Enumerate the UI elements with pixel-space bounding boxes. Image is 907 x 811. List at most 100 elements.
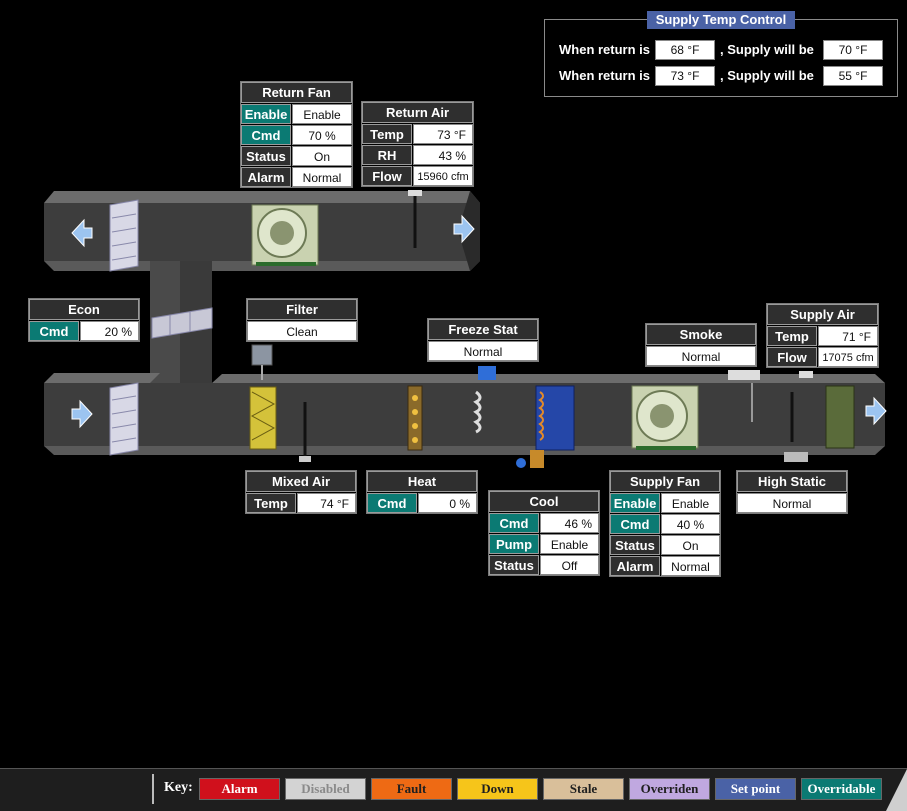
supply-fan-panel: Supply Fan Enable Enable Cmd 40 % Status On… bbox=[609, 470, 721, 577]
high-static-panel: High Static Normal bbox=[736, 470, 848, 514]
supply-fan-cmd-label: Cmd bbox=[610, 514, 660, 534]
key-overriden: Overriden bbox=[629, 778, 710, 800]
smoke-detector-icon bbox=[728, 370, 760, 380]
stc-row1-supply-setpoint[interactable]: 70 °F bbox=[823, 40, 883, 60]
return-fan-alarm-value: Normal bbox=[292, 167, 352, 187]
mixed-air-sensor-base bbox=[299, 456, 311, 462]
return-fan-cmd-label: Cmd bbox=[241, 125, 291, 145]
return-fan-title: Return Fan bbox=[241, 82, 352, 103]
return-air-rh-label: RH bbox=[362, 145, 412, 165]
key-set-point: Set point bbox=[715, 778, 796, 800]
return-fan-cmd-value[interactable]: 70 % bbox=[292, 125, 352, 145]
supply-fan-status-label: Status bbox=[610, 535, 660, 555]
mixed-air-temp-value: 74 °F bbox=[297, 493, 356, 513]
filter-icon bbox=[249, 386, 277, 450]
supply-air-temp-label: Temp bbox=[767, 326, 817, 346]
cool-cmd-value[interactable]: 46 % bbox=[540, 513, 599, 533]
key-bar-corner bbox=[886, 769, 907, 811]
stc-row2-supply-setpoint[interactable]: 55 °F bbox=[823, 66, 883, 86]
mixed-air-temp-label: Temp bbox=[246, 493, 296, 513]
return-air-panel: Return Air Temp 73 °F RH 43 % Flow 15960 cf… bbox=[361, 101, 474, 187]
filter-title: Filter bbox=[247, 299, 357, 320]
cool-status-value: Off bbox=[540, 555, 599, 575]
return-fan-status-value: On bbox=[292, 146, 352, 166]
mixed-air-title: Mixed Air bbox=[246, 471, 356, 492]
key-stale: Stale bbox=[543, 778, 624, 800]
supply-duct bbox=[44, 373, 885, 455]
supply-fan-enable-label: Enable bbox=[610, 493, 660, 513]
high-static-switch-icon bbox=[784, 452, 808, 462]
cool-pump-label: Pump bbox=[489, 534, 539, 554]
supply-fan-cmd-value[interactable]: 40 % bbox=[661, 514, 720, 534]
final-filter-icon bbox=[825, 385, 855, 449]
return-fan-status-label: Status bbox=[241, 146, 291, 166]
heat-coil-icon bbox=[407, 385, 423, 451]
freeze-stat-title: Freeze Stat bbox=[428, 319, 538, 340]
supply-fan-alarm-value: Normal bbox=[661, 556, 720, 576]
supply-fan-alarm-label: Alarm bbox=[610, 556, 660, 576]
supply-air-title: Supply Air bbox=[767, 304, 878, 325]
econ-cmd-label: Cmd bbox=[29, 321, 79, 341]
key-overridable: Overridable bbox=[801, 778, 882, 800]
filter-status-value: Clean bbox=[247, 321, 357, 341]
supply-air-sensor-icon bbox=[799, 371, 813, 378]
return-fan-enable-label: Enable bbox=[241, 104, 291, 124]
econ-panel: Econ Cmd 20 % bbox=[28, 298, 140, 342]
heat-panel: Heat Cmd 0 % bbox=[366, 470, 478, 514]
supply-temp-control-panel: Supply Temp Control When return is 68 °F… bbox=[544, 11, 898, 97]
high-static-value: Normal bbox=[737, 493, 847, 513]
return-air-rh-value: 43 % bbox=[413, 145, 473, 165]
freeze-stat-icon bbox=[478, 366, 496, 380]
return-air-flow-label: Flow bbox=[362, 166, 412, 186]
stc-row2-mid: , Supply will be bbox=[720, 68, 814, 83]
stc-row1-return-setpoint[interactable]: 68 °F bbox=[655, 40, 715, 60]
smoke-panel: Smoke Normal bbox=[645, 323, 757, 367]
freeze-stat-panel: Freeze Stat Normal bbox=[427, 318, 539, 362]
supply-temp-control-title: Supply Temp Control bbox=[647, 11, 795, 29]
stc-row2-prefix: When return is bbox=[559, 68, 651, 83]
high-static-title: High Static bbox=[737, 471, 847, 492]
supply-air-temp-value: 71 °F bbox=[818, 326, 878, 346]
return-fan-enable-value[interactable]: Enable bbox=[292, 104, 352, 124]
smoke-title: Smoke bbox=[646, 324, 756, 345]
return-fan-alarm-label: Alarm bbox=[241, 167, 291, 187]
stc-row2-return-setpoint[interactable]: 73 °F bbox=[655, 66, 715, 86]
key-alarm: Alarm bbox=[199, 778, 280, 800]
supply-air-flow-value: 17075 cfm bbox=[818, 347, 878, 367]
cool-pump-value[interactable]: Enable bbox=[540, 534, 599, 554]
key-label: Key: bbox=[164, 780, 193, 795]
outside-air-damper bbox=[109, 382, 139, 456]
key-separator bbox=[152, 774, 154, 804]
supply-fan-icon bbox=[631, 385, 699, 450]
heat-title: Heat bbox=[367, 471, 477, 492]
return-air-temp-value: 73 °F bbox=[413, 124, 473, 144]
filter-panel: Filter Clean bbox=[246, 298, 358, 342]
return-fan-icon bbox=[251, 204, 319, 266]
exhaust-damper bbox=[109, 199, 139, 272]
freeze-stat-value: Normal bbox=[428, 341, 538, 361]
supply-air-panel: Supply Air Temp 71 °F Flow 17075 cfm bbox=[766, 303, 879, 368]
status-key-bar: Key: Alarm Disabled Fault Down Stale Ove… bbox=[0, 768, 907, 811]
supply-fan-title: Supply Fan bbox=[610, 471, 720, 492]
heat-cmd-label: Cmd bbox=[367, 493, 417, 513]
supply-fan-status-value: On bbox=[661, 535, 720, 555]
stc-row1-mid: , Supply will be bbox=[720, 42, 814, 57]
key-down: Down bbox=[457, 778, 538, 800]
cool-panel: Cool Cmd 46 % Pump Enable Status Off bbox=[488, 490, 600, 576]
heat-cmd-value[interactable]: 0 % bbox=[418, 493, 477, 513]
mixed-air-panel: Mixed Air Temp 74 °F bbox=[245, 470, 357, 514]
key-fault: Fault bbox=[371, 778, 452, 800]
cool-cmd-label: Cmd bbox=[489, 513, 539, 533]
return-air-temp-label: Temp bbox=[362, 124, 412, 144]
return-air-title: Return Air bbox=[362, 102, 473, 123]
econ-title: Econ bbox=[29, 299, 139, 320]
supply-fan-enable-value[interactable]: Enable bbox=[661, 493, 720, 513]
econ-cmd-value[interactable]: 20 % bbox=[80, 321, 139, 341]
return-air-flow-value: 15960 cfm bbox=[413, 166, 473, 186]
smoke-value: Normal bbox=[646, 346, 756, 366]
key-disabled: Disabled bbox=[285, 778, 366, 800]
supply-air-flow-label: Flow bbox=[767, 347, 817, 367]
cool-status-label: Status bbox=[489, 555, 539, 575]
stc-row1-prefix: When return is bbox=[559, 42, 651, 57]
return-fan-panel: Return Fan Enable Enable Cmd 70 % Status On… bbox=[240, 81, 353, 188]
